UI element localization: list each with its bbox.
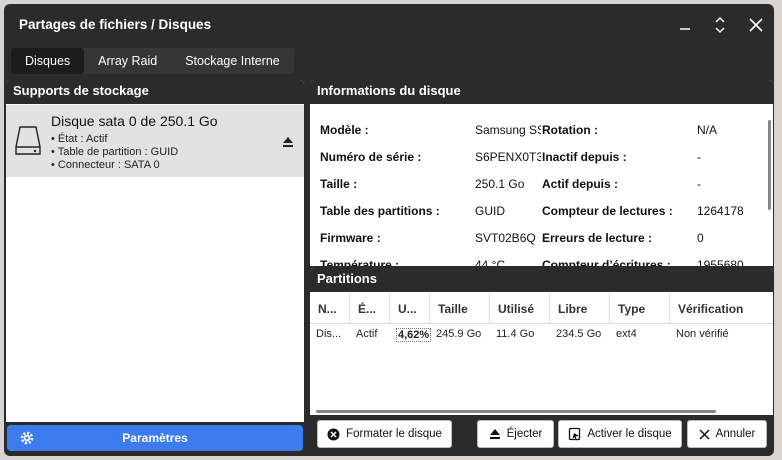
cancel-circle-icon — [327, 428, 340, 440]
table-cell: 234.5 Go — [556, 328, 602, 340]
expand-icon — [715, 16, 725, 34]
info-value-rotation: N/A — [697, 123, 718, 137]
info-value-read-errors: 0 — [697, 231, 704, 245]
column-header[interactable]: U... — [390, 293, 430, 324]
column-header[interactable]: N... — [310, 293, 350, 324]
partitions-title: Partitions — [310, 268, 773, 292]
info-value-model: Samsung SS — [475, 123, 541, 137]
disk-state: • État : Actif — [51, 133, 108, 145]
info-label-write-count: Compteur d’écritures : — [542, 258, 671, 266]
storage-panel: Supports de stockage Disque sata 0 de 25… — [6, 80, 304, 422]
window-title: Partages de fichiers / Disques — [19, 17, 212, 32]
info-scrollbar[interactable] — [768, 120, 771, 210]
disk-connector: • Connecteur : SATA 0 — [51, 159, 160, 171]
info-label-firmware: Firmware : — [320, 231, 381, 245]
partitions-scrollbar[interactable] — [316, 410, 716, 413]
info-label-model: Modèle : — [320, 123, 369, 137]
disk-activate-icon — [569, 427, 581, 441]
disk-info-panel: Informations du disque Modèle : Samsung … — [310, 80, 773, 266]
minimize-icon — [680, 28, 690, 30]
title-bar: Partages de fichiers / Disques — [4, 4, 774, 46]
info-value-firmware: SVT02B6Q — [475, 231, 536, 245]
storage-panel-title: Supports de stockage — [6, 80, 304, 104]
expand-button[interactable] — [706, 13, 734, 37]
eject-button[interactable]: Éjecter — [477, 420, 554, 448]
settings-label: Paramètres — [122, 431, 188, 445]
table-cell: Non vérifié — [676, 328, 729, 340]
info-label-idle-since: Inactif depuis : — [542, 150, 627, 164]
column-header[interactable]: Vérification — [670, 293, 773, 324]
info-value-serial: S6PENX0T3 — [475, 150, 541, 164]
tab-stockage-interne[interactable]: Stockage Interne — [171, 48, 294, 74]
info-label-temperature: Température : — [320, 258, 400, 266]
eject-label: Éjecter — [506, 428, 543, 440]
tab-bar: Disques Array Raid Stockage Interne — [11, 48, 294, 74]
partitions-table-header: N... É... U... Taille Utilisé Libre Type… — [310, 293, 773, 324]
info-value-size: 250.1 Go — [475, 177, 525, 191]
column-header[interactable]: Libre — [550, 293, 610, 324]
activate-disk-label: Activer le disque — [587, 428, 672, 440]
info-value-temperature: 44 °C — [475, 258, 506, 266]
close-button[interactable] — [742, 13, 770, 37]
table-cell: Dis... — [316, 328, 342, 340]
table-cell: 245.9 Go — [436, 328, 482, 340]
minimize-button[interactable] — [671, 13, 699, 37]
eject-icon — [489, 429, 500, 439]
table-cell: 4,62% — [396, 328, 432, 342]
disk-partition-table: • Table de partition : GUID — [51, 146, 179, 158]
tab-disques[interactable]: Disques — [11, 48, 85, 74]
disk-info-title: Informations du disque — [310, 80, 773, 104]
table-cell: Actif — [356, 328, 378, 340]
activate-disk-button[interactable]: Activer le disque — [558, 420, 682, 448]
info-label-rotation: Rotation : — [542, 123, 598, 137]
info-value-partition-table: GUID — [475, 204, 505, 218]
column-header[interactable]: É... — [350, 293, 390, 324]
info-value-idle-since: - — [697, 150, 701, 164]
close-icon — [699, 428, 710, 440]
settings-button[interactable]: Paramètres — [7, 425, 303, 451]
table-cell: 11.4 Go — [496, 328, 535, 340]
table-cell: ext4 — [616, 328, 637, 340]
tab-array-raid[interactable]: Array Raid — [84, 48, 171, 74]
close-icon — [749, 18, 763, 32]
info-label-partition-table: Table des partitions : — [320, 204, 440, 218]
info-value-active-since: - — [697, 177, 701, 191]
info-value-read-count: 1264178 — [697, 204, 744, 218]
format-disk-label: Formater le disque — [346, 428, 442, 440]
column-header[interactable]: Taille — [430, 293, 490, 324]
info-label-size: Taille : — [320, 177, 358, 191]
info-label-serial: Numéro de série : — [320, 150, 422, 164]
cancel-button[interactable]: Annuler — [687, 420, 767, 448]
info-label-read-count: Compteur de lectures : — [542, 204, 673, 218]
gear-icon — [20, 431, 34, 445]
partitions-panel: Partitions N... É... U... Taille Utilisé… — [310, 268, 773, 415]
dialog-window: Partages de fichiers / Disques Disques A… — [4, 4, 774, 456]
info-label-read-errors: Erreurs de lecture : — [542, 231, 653, 245]
hard-drive-icon — [15, 126, 41, 155]
disk-list-item[interactable]: Disque sata 0 de 250.1 Go • État : Actif… — [6, 105, 304, 177]
column-header[interactable]: Utilisé — [490, 293, 550, 324]
disk-name: Disque sata 0 de 250.1 Go — [51, 113, 218, 129]
cancel-label: Annuler — [715, 428, 756, 440]
format-disk-button[interactable]: Formater le disque — [317, 420, 452, 448]
column-header[interactable]: Type — [610, 293, 670, 324]
info-label-active-since: Actif depuis : — [542, 177, 619, 191]
eject-icon[interactable] — [282, 136, 294, 148]
info-value-write-count: 1955680 — [697, 258, 744, 266]
